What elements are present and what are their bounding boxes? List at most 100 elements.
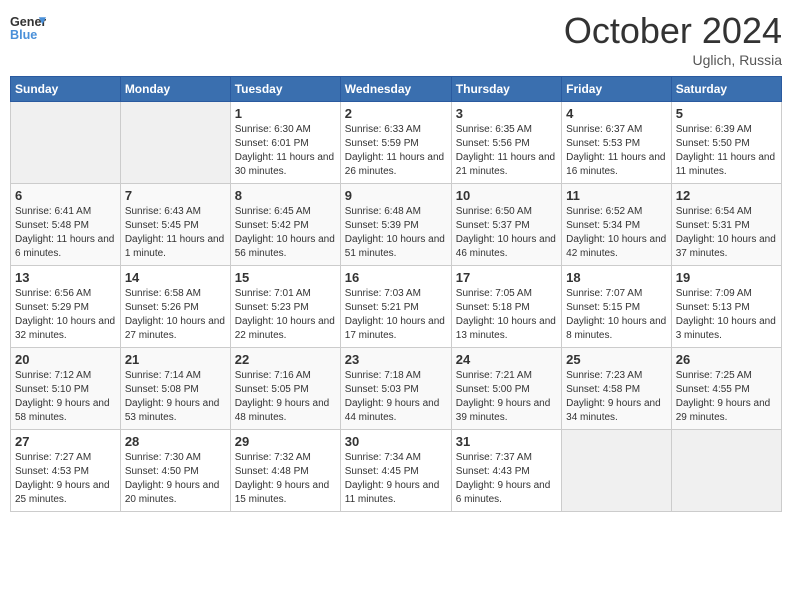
day-info: Sunrise: 7:07 AMSunset: 5:15 PMDaylight:… [566, 287, 667, 343]
day-number: 3 [456, 106, 557, 121]
calendar-cell: 2 Sunrise: 6:33 AMSunset: 5:59 PMDaylight… [340, 102, 451, 184]
day-number: 13 [15, 270, 116, 285]
weekday-header-monday: Monday [120, 77, 230, 102]
calendar-week-row: 1Sunrise: 6:30 AMSunset: 6:01 PMDaylight… [11, 102, 782, 184]
calendar-cell: 11 Sunrise: 6:52 AMSunset: 5:34 PMDayligh… [562, 184, 672, 266]
day-info: Sunrise: 6:56 AMSunset: 5:29 PMDaylight:… [15, 287, 116, 343]
calendar-cell: 27Sunrise: 7:27 AMSunset: 4:53 PMDayligh… [11, 430, 121, 512]
day-number: 6 [15, 188, 116, 203]
calendar-cell: 29 Sunrise: 7:32 AMSunset: 4:48 PMDayligh… [230, 430, 340, 512]
calendar-cell: 15Sunrise: 7:01 AMSunset: 5:23 PMDayligh… [230, 266, 340, 348]
calendar-cell: 25Sunrise: 7:23 AMSunset: 4:58 PMDayligh… [562, 348, 672, 430]
day-number: 19 [676, 270, 777, 285]
day-number: 11 [566, 188, 667, 203]
weekday-header-saturday: Saturday [671, 77, 781, 102]
calendar-cell [120, 102, 230, 184]
day-number: 20 [15, 352, 116, 367]
day-number: 23 [345, 352, 447, 367]
day-number: 22 [235, 352, 336, 367]
calendar-cell: 16 Sunrise: 7:03 AMSunset: 5:21 PMDayligh… [340, 266, 451, 348]
day-info: Sunrise: 6:48 AMSunset: 5:39 PMDaylight:… [345, 205, 447, 261]
calendar-cell: 13 Sunrise: 6:56 AMSunset: 5:29 PMDayligh… [11, 266, 121, 348]
calendar-cell: 20Sunrise: 7:12 AMSunset: 5:10 PMDayligh… [11, 348, 121, 430]
calendar-cell: 17 Sunrise: 7:05 AMSunset: 5:18 PMDayligh… [451, 266, 561, 348]
calendar-cell: 3 Sunrise: 6:35 AMSunset: 5:56 PMDaylight… [451, 102, 561, 184]
calendar-cell: 31 Sunrise: 7:37 AMSunset: 4:43 PMDayligh… [451, 430, 561, 512]
logo-icon: General Blue [10, 10, 46, 46]
day-number: 7 [125, 188, 226, 203]
day-number: 27 [15, 434, 116, 449]
day-number: 14 [125, 270, 226, 285]
day-number: 10 [456, 188, 557, 203]
calendar-cell [562, 430, 672, 512]
day-info: Sunrise: 6:52 AMSunset: 5:34 PMDaylight:… [566, 205, 667, 261]
location-subtitle: Uglich, Russia [564, 52, 782, 68]
month-title: October 2024 [564, 10, 782, 52]
calendar-cell: 26 Sunrise: 7:25 AMSunset: 4:55 PMDayligh… [671, 348, 781, 430]
day-number: 16 [345, 270, 447, 285]
day-number: 26 [676, 352, 777, 367]
calendar-cell: 6Sunrise: 6:41 AMSunset: 5:48 PMDaylight… [11, 184, 121, 266]
calendar-week-row: 13 Sunrise: 6:56 AMSunset: 5:29 PMDayligh… [11, 266, 782, 348]
day-number: 12 [676, 188, 777, 203]
day-number: 24 [456, 352, 557, 367]
day-info: Sunrise: 7:37 AMSunset: 4:43 PMDaylight:… [456, 451, 557, 507]
day-info: Sunrise: 6:37 AMSunset: 5:53 PMDaylight:… [566, 123, 667, 179]
title-block: October 2024 Uglich, Russia [564, 10, 782, 68]
day-number: 9 [345, 188, 447, 203]
day-number: 8 [235, 188, 336, 203]
day-number: 28 [125, 434, 226, 449]
day-info: Sunrise: 7:23 AMSunset: 4:58 PMDaylight:… [566, 369, 667, 425]
day-info: Sunrise: 6:35 AMSunset: 5:56 PMDaylight:… [456, 123, 557, 179]
calendar-week-row: 20Sunrise: 7:12 AMSunset: 5:10 PMDayligh… [11, 348, 782, 430]
day-number: 2 [345, 106, 447, 121]
day-number: 5 [676, 106, 777, 121]
logo: General Blue [10, 10, 46, 46]
day-number: 15 [235, 270, 336, 285]
calendar-week-row: 27Sunrise: 7:27 AMSunset: 4:53 PMDayligh… [11, 430, 782, 512]
calendar-cell: 8Sunrise: 6:45 AMSunset: 5:42 PMDaylight… [230, 184, 340, 266]
page-header: General Blue October 2024 Uglich, Russia [10, 10, 782, 68]
day-info: Sunrise: 7:25 AMSunset: 4:55 PMDaylight:… [676, 369, 777, 425]
weekday-header-row: SundayMondayTuesdayWednesdayThursdayFrid… [11, 77, 782, 102]
day-number: 17 [456, 270, 557, 285]
calendar-cell: 10Sunrise: 6:50 AMSunset: 5:37 PMDayligh… [451, 184, 561, 266]
day-number: 1 [235, 106, 336, 121]
day-info: Sunrise: 7:18 AMSunset: 5:03 PMDaylight:… [345, 369, 447, 425]
svg-text:Blue: Blue [10, 28, 37, 42]
calendar-cell [671, 430, 781, 512]
calendar-cell: 22 Sunrise: 7:16 AMSunset: 5:05 PMDayligh… [230, 348, 340, 430]
day-number: 29 [235, 434, 336, 449]
weekday-header-sunday: Sunday [11, 77, 121, 102]
day-number: 30 [345, 434, 447, 449]
calendar-cell: 19 Sunrise: 7:09 AMSunset: 5:13 PMDayligh… [671, 266, 781, 348]
calendar-cell: 23 Sunrise: 7:18 AMSunset: 5:03 PMDayligh… [340, 348, 451, 430]
day-number: 18 [566, 270, 667, 285]
calendar-cell: 9 Sunrise: 6:48 AMSunset: 5:39 PMDaylight… [340, 184, 451, 266]
weekday-header-friday: Friday [562, 77, 672, 102]
day-info: Sunrise: 6:43 AMSunset: 5:45 PMDaylight:… [125, 205, 226, 261]
day-info: Sunrise: 7:34 AMSunset: 4:45 PMDaylight:… [345, 451, 447, 507]
day-info: Sunrise: 7:16 AMSunset: 5:05 PMDaylight:… [235, 369, 336, 425]
calendar-week-row: 6Sunrise: 6:41 AMSunset: 5:48 PMDaylight… [11, 184, 782, 266]
weekday-header-wednesday: Wednesday [340, 77, 451, 102]
day-info: Sunrise: 6:58 AMSunset: 5:26 PMDaylight:… [125, 287, 226, 343]
day-info: Sunrise: 6:54 AMSunset: 5:31 PMDaylight:… [676, 205, 777, 261]
day-info: Sunrise: 7:32 AMSunset: 4:48 PMDaylight:… [235, 451, 336, 507]
day-number: 31 [456, 434, 557, 449]
day-info: Sunrise: 7:05 AMSunset: 5:18 PMDaylight:… [456, 287, 557, 343]
day-info: Sunrise: 6:33 AMSunset: 5:59 PMDaylight:… [345, 123, 447, 179]
day-info: Sunrise: 7:21 AMSunset: 5:00 PMDaylight:… [456, 369, 557, 425]
day-info: Sunrise: 7:03 AMSunset: 5:21 PMDaylight:… [345, 287, 447, 343]
day-number: 4 [566, 106, 667, 121]
calendar-cell: 14 Sunrise: 6:58 AMSunset: 5:26 PMDayligh… [120, 266, 230, 348]
calendar-cell: 5Sunrise: 6:39 AMSunset: 5:50 PMDaylight… [671, 102, 781, 184]
day-info: Sunrise: 7:09 AMSunset: 5:13 PMDaylight:… [676, 287, 777, 343]
weekday-header-tuesday: Tuesday [230, 77, 340, 102]
calendar-cell [11, 102, 121, 184]
calendar-cell: 7 Sunrise: 6:43 AMSunset: 5:45 PMDaylight… [120, 184, 230, 266]
day-info: Sunrise: 7:30 AMSunset: 4:50 PMDaylight:… [125, 451, 226, 507]
calendar-cell: 24 Sunrise: 7:21 AMSunset: 5:00 PMDayligh… [451, 348, 561, 430]
calendar-cell: 28 Sunrise: 7:30 AMSunset: 4:50 PMDayligh… [120, 430, 230, 512]
day-number: 21 [125, 352, 226, 367]
